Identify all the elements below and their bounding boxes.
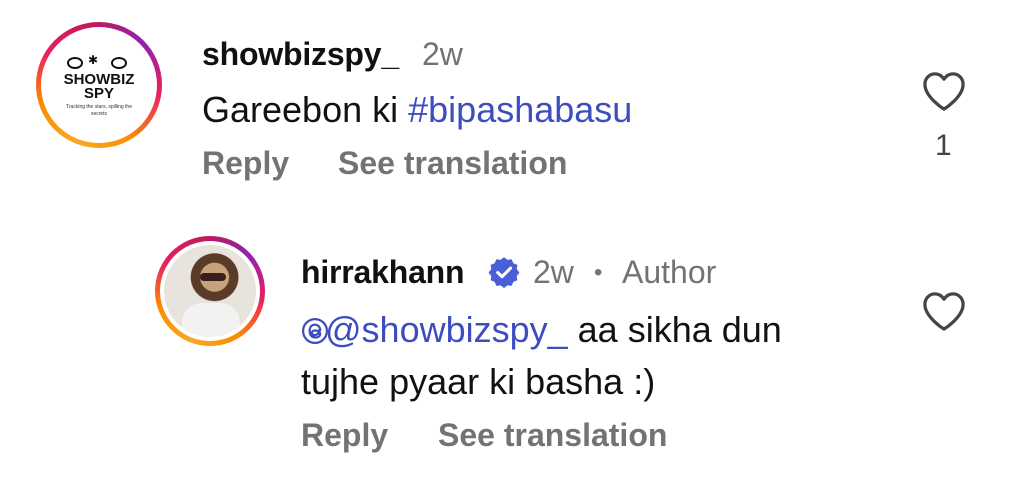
- heart-outline-icon[interactable]: [921, 70, 967, 112]
- comment-text: @showbizspy_ aa sikha dun tujhe pyaar ki…: [301, 304, 782, 408]
- avatar-ring-hirrakhann[interactable]: [155, 236, 265, 346]
- comment-username[interactable]: showbizspy_: [202, 36, 399, 73]
- comment-text-line1: aa sikha dun: [567, 309, 782, 350]
- comment-hirrakhann: hirrakhann 2w • Author @showbizspy_ aa s…: [0, 210, 1024, 489]
- avatar: [164, 245, 256, 337]
- like-count: 1: [935, 129, 952, 162]
- hashtag-link[interactable]: #bipashabasu: [408, 89, 632, 130]
- comment-text-line2: tujhe pyaar ki basha :): [301, 361, 656, 402]
- see-translation-button[interactable]: See translation: [338, 145, 567, 182]
- star-icon: ✱: [88, 53, 99, 67]
- comment-time: 2w: [533, 254, 574, 290]
- comment-time: 2w: [422, 36, 463, 72]
- comment-text: Gareebon ki #bipashabasu: [202, 84, 632, 136]
- author-badge: Author: [622, 254, 717, 290]
- eye-icon: [67, 57, 83, 69]
- heart-outline-icon[interactable]: [921, 290, 967, 332]
- sunglasses: [200, 273, 226, 281]
- comment-showbizspy: ✱ SHOWBIZ SPY Tracking the stars, spilli…: [0, 0, 1024, 210]
- separator-dot: •: [594, 259, 603, 286]
- mention-text: @showbizspy_: [325, 309, 568, 350]
- comment-text-plain: Gareebon ki: [202, 89, 409, 130]
- avatar-ring-showbizspy[interactable]: ✱ SHOWBIZ SPY Tracking the stars, spilli…: [36, 22, 162, 148]
- eye-icon: [111, 57, 127, 69]
- mention-link[interactable]: @showbizspy_: [301, 309, 568, 350]
- verified-badge-icon: [488, 257, 520, 289]
- see-translation-button[interactable]: See translation: [438, 417, 667, 454]
- logo-tagline: Tracking the stars, spilling the secrets: [66, 104, 132, 117]
- avatar: ✱ SHOWBIZ SPY Tracking the stars, spilli…: [45, 31, 153, 139]
- shirt: [182, 303, 240, 337]
- reply-button[interactable]: Reply: [202, 145, 289, 182]
- comment-username[interactable]: hirrakhann: [301, 254, 465, 291]
- logo-text: SPY: [83, 85, 114, 102]
- reply-button[interactable]: Reply: [301, 417, 388, 454]
